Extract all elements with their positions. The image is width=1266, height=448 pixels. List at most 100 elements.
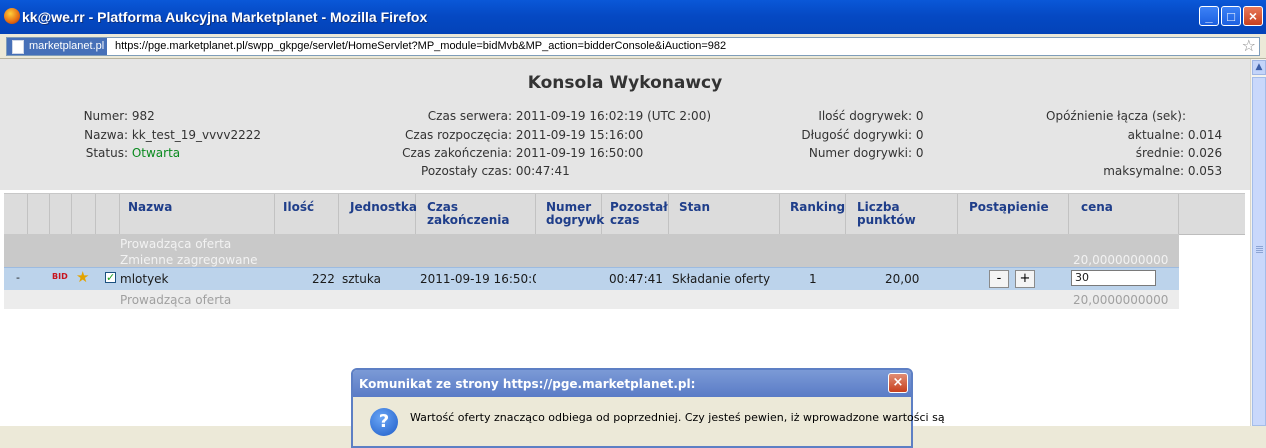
table-row[interactable]: - BID ★ ✓ mlotyek 222 sztuka 2011-09-19 … xyxy=(4,267,1179,291)
info-czas-rozpoczecia: Czas rozpoczęcia: 2011-09-19 15:16:00 xyxy=(380,128,643,142)
srednie-value: 0.026 xyxy=(1187,146,1223,160)
srednie-label: średnie: xyxy=(1135,146,1184,160)
address-bar: marketplanet.pl https://pge.marketplanet… xyxy=(0,34,1266,59)
header-pozostaly-line2: czas xyxy=(610,213,640,227)
numer-dogrywki-label: Numer dogrywki: xyxy=(808,146,912,160)
decrement-button[interactable]: - xyxy=(989,270,1009,288)
url-field[interactable]: marketplanet.pl https://pge.marketplanet… xyxy=(6,36,1260,56)
expand-toggle[interactable]: - xyxy=(16,271,20,284)
bid-icon: BID xyxy=(52,272,68,281)
row-jednostka: sztuka xyxy=(342,272,381,286)
pozostaly-label: Pozostały czas: xyxy=(421,164,512,178)
site-name: marketplanet.pl xyxy=(29,40,105,52)
dialog-title: Komunikat ze strony https://pge.marketpl… xyxy=(359,377,696,391)
confirm-dialog: Komunikat ze strony https://pge.marketpl… xyxy=(351,368,945,448)
page-icon xyxy=(12,40,24,54)
group-row-vars: Zmienne zagregowane 20,0000000000 xyxy=(4,252,1179,267)
maximize-button[interactable]: □ xyxy=(1221,6,1241,26)
info-status: Status: Otwarta xyxy=(40,146,180,160)
header-col-empty-3 xyxy=(50,194,72,234)
pozostaly-value: 00:47:41 xyxy=(515,164,570,178)
info-aktualne: aktualne: 0.014 xyxy=(1046,128,1223,142)
minimize-button[interactable]: _ xyxy=(1199,6,1219,26)
header-ranking[interactable]: Ranking xyxy=(780,194,846,234)
info-srednie: średnie: 0.026 xyxy=(1046,146,1222,160)
header-cena[interactable]: cena xyxy=(1069,194,1179,234)
header-col-empty-4 xyxy=(72,194,96,234)
maksymalne-value: 0.053 xyxy=(1187,164,1223,178)
numer-dogrywki-value: 0 xyxy=(915,146,924,160)
info-numer-dogrywki: Numer dogrywki: 0 xyxy=(780,146,924,160)
window-titlebar: kk@we.rr - Platforma Aukcyjna Marketplan… xyxy=(0,0,1266,34)
page-title: Konsola Wykonawcy xyxy=(527,73,723,93)
info-dlugosc-dogrywki: Długość dogrywki: 0 xyxy=(780,128,923,142)
info-nazwa: Nazwa: kk_test_19_vvvv2222 xyxy=(40,128,261,142)
czas-serwera-value: 2011-09-19 16:02:19 (UTC 2:00) xyxy=(515,109,712,123)
row-czas-zakonczenia: 2011-09-19 16:50:0( xyxy=(420,272,536,286)
vertical-scrollbar[interactable]: ▲ xyxy=(1250,59,1266,426)
row-ilosc: 222 xyxy=(312,272,335,286)
dialog-message: Wartość oferty znacząco odbiega od poprz… xyxy=(410,411,945,424)
increment-button[interactable]: + xyxy=(1015,270,1035,288)
info-opoznienie: Opóźnienie łącza (sek): xyxy=(1046,109,1186,123)
opoznienie-label: Opóźnienie łącza (sek): xyxy=(1046,109,1186,123)
czas-zakonczenia-value: 2011-09-19 16:50:00 xyxy=(515,146,644,160)
dlugosc-dogrywki-label: Długość dogrywki: xyxy=(801,128,912,142)
header-col-empty-1 xyxy=(4,194,28,234)
group-leading-label: Prowadząca oferta xyxy=(120,237,232,251)
status-label: Status: xyxy=(85,146,128,160)
header-pozostaly-czas[interactable]: Pozostał czas xyxy=(602,194,669,234)
maksymalne-label: maksymalne: xyxy=(1103,164,1184,178)
czas-serwera-label: Czas serwera: xyxy=(427,109,512,123)
row-stan: Składanie oferty xyxy=(672,272,771,286)
leading-offer-row: Prowadząca oferta 20,0000000000 xyxy=(4,290,1179,309)
favorite-star-icon[interactable]: ★ xyxy=(76,268,89,286)
bookmark-star-icon[interactable]: ☆ xyxy=(1242,36,1256,55)
table-header: Nazwa Ilość Jednostka Czas zakończenia N… xyxy=(4,193,1245,235)
numer-label: Numer: xyxy=(83,109,128,123)
header-stan[interactable]: Stan xyxy=(669,194,780,234)
info-ilosc-dogrywek: Ilość dogrywek: 0 xyxy=(780,109,923,123)
row-nazwa: mlotyek xyxy=(120,272,169,286)
group-row-leading: Prowadząca oferta xyxy=(4,234,1179,252)
url-text[interactable]: https://pge.marketplanet.pl/swpp_gkpge/s… xyxy=(115,38,726,55)
header-czas-zakonczenia[interactable]: Czas zakończenia xyxy=(416,194,536,234)
header-postapienie[interactable]: Postąpienie xyxy=(958,194,1069,234)
info-czas-zakonczenia: Czas zakończenia: 2011-09-19 16:50:00 xyxy=(380,146,643,160)
header-numer-dogrywki[interactable]: Numer dogrywk xyxy=(536,194,604,234)
header-col-empty-2 xyxy=(28,194,50,234)
numer-value: 982 xyxy=(131,109,155,123)
header-nazwa[interactable]: Nazwa xyxy=(120,194,275,234)
info-maksymalne: maksymalne: 0.053 xyxy=(1046,164,1222,178)
dlugosc-dogrywki-value: 0 xyxy=(915,128,924,142)
nazwa-label: Nazwa: xyxy=(84,128,128,142)
scroll-thumb[interactable] xyxy=(1252,77,1266,426)
ilosc-dogrywek-value: 0 xyxy=(915,109,924,123)
row-ranking: 1 xyxy=(809,272,817,286)
group-vars-value: 20,0000000000 xyxy=(1073,253,1169,267)
nazwa-value: kk_test_19_vvvv2222 xyxy=(131,128,261,142)
site-identity-button[interactable]: marketplanet.pl xyxy=(7,38,108,55)
czas-zakonczenia-label: Czas zakończenia: xyxy=(402,146,512,160)
close-window-button[interactable]: × xyxy=(1243,6,1263,26)
header-jednostka[interactable]: Jednostka xyxy=(339,194,417,234)
dialog-close-button[interactable]: × xyxy=(888,373,908,393)
info-pozostaly-czas: Pozostały czas: 00:47:41 xyxy=(380,164,570,178)
header-liczba-punktow[interactable]: Liczba punktów xyxy=(846,194,958,234)
row-pozostaly-czas: 00:47:41 xyxy=(609,272,663,286)
ilosc-dogrywek-label: Ilość dogrywek: xyxy=(818,109,912,123)
row-checkbox[interactable]: ✓ xyxy=(105,272,116,283)
dialog-titlebar: Komunikat ze strony https://pge.marketpl… xyxy=(353,370,911,397)
firefox-icon xyxy=(4,8,20,24)
info-czas-serwera: Czas serwera: 2011-09-19 16:02:19 (UTC 2… xyxy=(380,109,711,123)
scroll-up-button[interactable]: ▲ xyxy=(1252,60,1266,75)
price-input[interactable]: 30 xyxy=(1071,270,1156,286)
info-numer: Numer: 982 xyxy=(40,109,155,123)
window-title: kk@we.rr - Platforma Aukcyjna Marketplan… xyxy=(22,9,428,25)
group-vars-label: Zmienne zagregowane xyxy=(120,253,258,267)
question-icon: ? xyxy=(370,408,398,436)
row-liczba-punktow: 20,00 xyxy=(885,272,920,286)
czas-rozpoczecia-value: 2011-09-19 15:16:00 xyxy=(515,128,644,142)
header-ilosc[interactable]: Ilość xyxy=(275,194,339,234)
aktualne-value: 0.014 xyxy=(1187,128,1223,142)
